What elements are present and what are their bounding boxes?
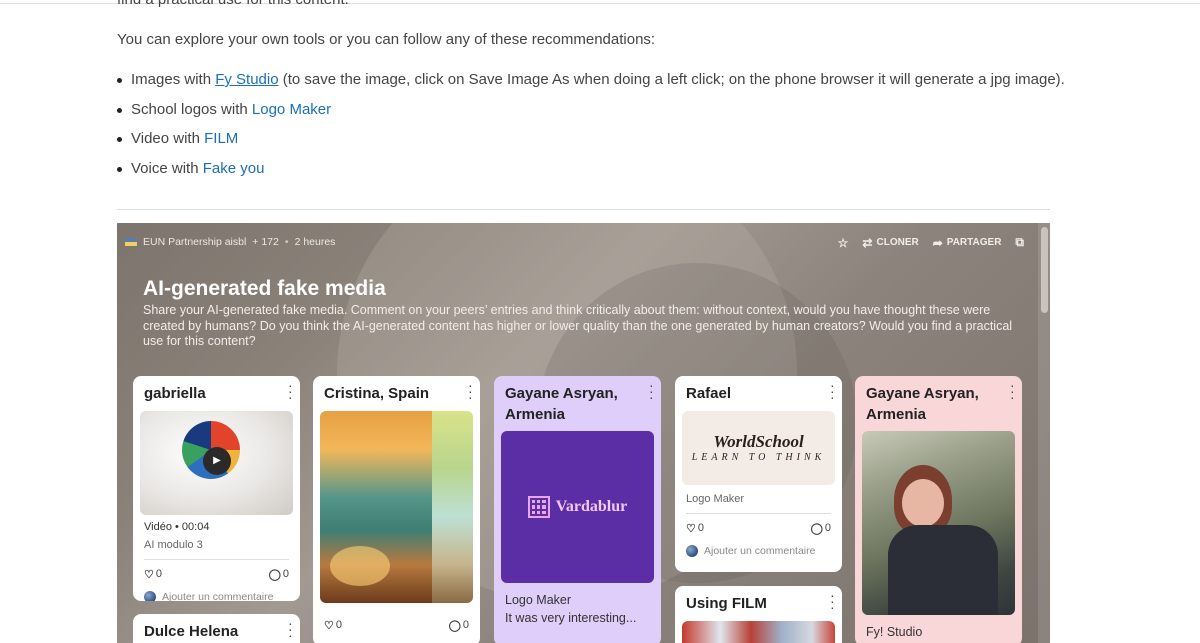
post-card[interactable]: · · · Gayane Asryan, Armenia Fy! Studio bbox=[855, 376, 1022, 643]
eu-flag-icon bbox=[125, 238, 137, 246]
fake-you-link[interactable]: Fake you bbox=[203, 160, 265, 177]
contributors-count[interactable]: + 172 bbox=[252, 236, 279, 248]
post-card[interactable]: · · · gabriella ▶ Vidéo • 00:04 AI modulo … bbox=[133, 376, 300, 601]
vardablur-logo-image[interactable]: Vardablur bbox=[501, 431, 654, 583]
more-options-icon[interactable]: · · · bbox=[830, 588, 835, 614]
recommendations-list: Images with Fy Studio (to save the image… bbox=[117, 71, 1065, 190]
open-external-icon[interactable]: ⧉ bbox=[1015, 235, 1024, 250]
comment-button[interactable]: ◯ 0 bbox=[269, 568, 289, 581]
owner-name[interactable]: EUN Partnership aisbl bbox=[143, 236, 246, 248]
article-cut-line: find a practical use for this content. bbox=[117, 0, 349, 8]
clone-icon: ⇄ bbox=[862, 235, 873, 250]
article-intro: You can explore your own tools or you ca… bbox=[117, 31, 656, 48]
post-caption: Logo Maker bbox=[505, 593, 572, 607]
video-label: Vidéo bbox=[144, 520, 172, 533]
padlet-owner-bar: EUN Partnership aisbl + 172 • 2 heures bbox=[125, 236, 335, 248]
heart-icon: ♡ bbox=[144, 568, 154, 581]
padlet-toolbar: ☆ ⇄ CLONER ➦ PARTAGER ⧉ bbox=[838, 235, 1024, 250]
more-options-icon[interactable]: · · · bbox=[649, 378, 654, 404]
logo-grid-icon bbox=[527, 496, 550, 518]
list-item: Video with FILM bbox=[117, 130, 1065, 160]
more-options-icon[interactable]: · · · bbox=[1010, 378, 1015, 404]
like-button[interactable]: ♡ 0 bbox=[686, 522, 704, 535]
fy-studio-link[interactable]: Fy Studio bbox=[215, 71, 278, 88]
add-comment[interactable]: Ajouter un commentaire bbox=[675, 535, 842, 565]
share-icon: ➦ bbox=[932, 235, 943, 250]
more-options-icon[interactable]: · · · bbox=[468, 378, 473, 404]
beach-birds-image[interactable] bbox=[320, 410, 473, 603]
more-options-icon[interactable]: · · · bbox=[830, 378, 835, 404]
post-author: gabriella bbox=[144, 385, 206, 402]
list-item: Images with Fy Studio (to save the image… bbox=[117, 71, 1065, 101]
post-body: It was very interesting... bbox=[505, 611, 637, 625]
post-author: Cristina, Spain bbox=[324, 385, 430, 402]
logo-maker-link[interactable]: Logo Maker bbox=[252, 101, 331, 118]
avatar bbox=[144, 590, 156, 601]
portrait-image[interactable] bbox=[862, 431, 1015, 615]
post-card[interactable]: · · · Dulce Helena bbox=[133, 614, 300, 643]
post-caption: Logo Maker bbox=[686, 492, 745, 505]
more-options-icon[interactable]: · · · bbox=[288, 616, 293, 642]
share-button[interactable]: ➦ PARTAGER bbox=[933, 236, 1002, 250]
video-thumbnail[interactable]: ▶ bbox=[140, 410, 293, 515]
heart-icon: ♡ bbox=[686, 522, 696, 535]
post-author: Dulce Helena bbox=[144, 623, 239, 640]
padlet-description: Share your AI-generated fake media. Comm… bbox=[143, 303, 1013, 348]
add-comment[interactable]: Ajouter un commentaire bbox=[133, 581, 300, 601]
post-caption: Fy! Studio bbox=[866, 625, 923, 639]
padlet-embed: EUN Partnership aisbl + 172 • 2 heures ☆… bbox=[117, 223, 1050, 643]
film-preview-image[interactable] bbox=[682, 620, 835, 643]
scrollbar-thumb[interactable] bbox=[1041, 227, 1048, 313]
clone-button[interactable]: ⇄ CLONER bbox=[862, 236, 918, 250]
embed-scrollbar[interactable] bbox=[1038, 223, 1050, 643]
avatar bbox=[686, 544, 698, 557]
post-card[interactable]: · · · Rafael WorldSchool LEARN TO THINK Lo… bbox=[675, 376, 842, 572]
play-icon[interactable]: ▶ bbox=[203, 446, 231, 475]
star-icon[interactable]: ☆ bbox=[838, 236, 849, 250]
post-author: Gayane Asryan, Armenia bbox=[505, 385, 618, 423]
worldschool-logo-image[interactable]: WorldSchool LEARN TO THINK bbox=[682, 410, 835, 485]
comment-icon: ◯ bbox=[810, 522, 823, 535]
section-divider bbox=[117, 209, 1050, 210]
comment-icon: ◯ bbox=[448, 619, 461, 632]
heart-icon: ♡ bbox=[324, 619, 334, 632]
post-card[interactable]: · · · Gayane Asryan, Armenia Vardablur Log… bbox=[494, 376, 661, 643]
like-button[interactable]: ♡ 0 bbox=[144, 568, 162, 581]
padlet-title: AI-generated fake media bbox=[143, 277, 386, 300]
comment-button[interactable]: ◯ 0 bbox=[449, 619, 469, 632]
like-button[interactable]: ♡ 0 bbox=[324, 619, 342, 632]
post-card[interactable]: · · · Using FILM bbox=[675, 586, 842, 643]
time-ago: 2 heures bbox=[294, 236, 336, 248]
post-caption: AI modulo 3 bbox=[144, 538, 203, 551]
video-duration: 00:04 bbox=[181, 520, 210, 533]
list-item: Voice with Fake you bbox=[117, 160, 1065, 190]
comment-button[interactable]: ◯ 0 bbox=[811, 522, 831, 535]
post-author: Rafael bbox=[686, 385, 732, 402]
post-author: Gayane Asryan, Armenia bbox=[866, 385, 979, 423]
comment-icon: ◯ bbox=[268, 568, 281, 581]
film-link[interactable]: FILM bbox=[204, 130, 238, 147]
post-author: Using FILM bbox=[686, 595, 767, 612]
list-item: School logos with Logo Maker bbox=[117, 101, 1065, 131]
more-options-icon[interactable]: · · · bbox=[288, 378, 293, 404]
post-card[interactable]: · · · Cristina, Spain ♡ 0 ◯ 0 bbox=[313, 376, 480, 643]
